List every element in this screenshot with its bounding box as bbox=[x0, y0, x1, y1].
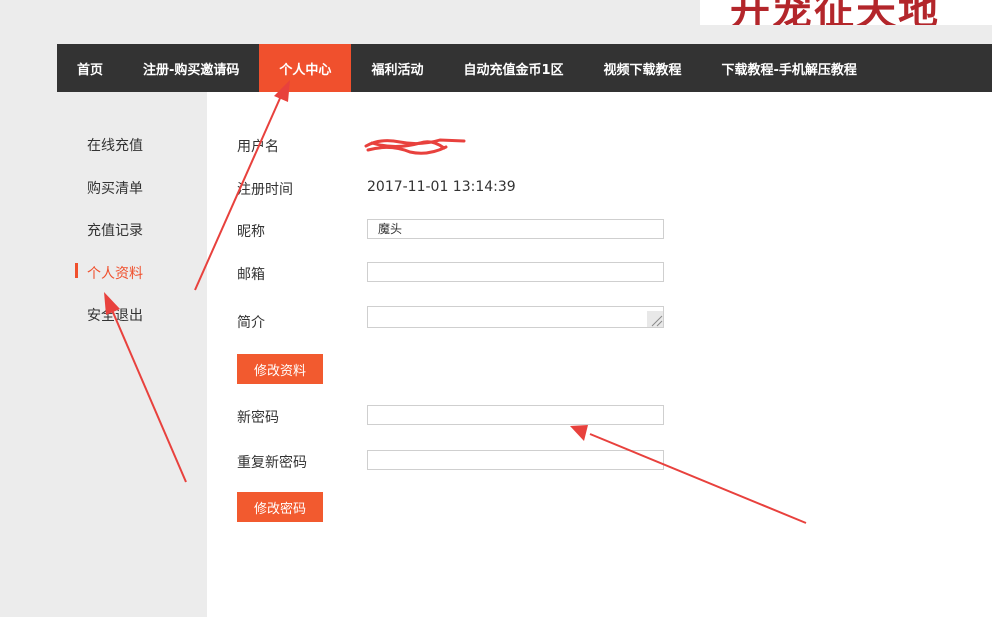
new-password-input[interactable] bbox=[367, 405, 664, 425]
nickname-label: 昵称 bbox=[237, 224, 265, 240]
resize-grip-icon[interactable] bbox=[647, 311, 663, 327]
email-label: 邮箱 bbox=[237, 267, 265, 283]
site-logo-area: 开宠征天地 bbox=[700, 0, 992, 25]
new-password-label: 新密码 bbox=[237, 410, 279, 426]
nickname-input[interactable]: 魔头 bbox=[367, 219, 664, 239]
site-logo: 开宠征天地 bbox=[730, 0, 940, 25]
nav-personal-center[interactable]: 个人中心 bbox=[259, 44, 352, 92]
sidebar-active-marker bbox=[75, 263, 78, 278]
reg-time-label: 注册时间 bbox=[237, 182, 293, 198]
nav-auto-recharge[interactable]: 自动充值金币1区 bbox=[443, 44, 583, 92]
main-area: 在线充值 购买清单 充值记录 个人资料 安全退出 bbox=[57, 92, 992, 617]
save-password-button[interactable]: 修改密码 bbox=[237, 492, 323, 522]
nav-video-tutorial[interactable]: 视频下载教程 bbox=[584, 44, 702, 92]
bio-label: 简介 bbox=[237, 315, 265, 331]
repeat-password-input[interactable] bbox=[367, 450, 664, 470]
save-profile-button[interactable]: 修改资料 bbox=[237, 354, 323, 384]
nav-home[interactable]: 首页 bbox=[57, 44, 123, 92]
sidebar-item-purchase-list[interactable]: 购买清单 bbox=[87, 178, 143, 198]
email-input[interactable] bbox=[367, 262, 664, 282]
nav-welfare[interactable]: 福利活动 bbox=[351, 44, 443, 92]
sidebar-item-profile[interactable]: 个人资料 bbox=[87, 263, 143, 283]
sidebar-item-recharge-history[interactable]: 充值记录 bbox=[87, 220, 143, 240]
username-label: 用户名 bbox=[237, 139, 279, 155]
content-panel bbox=[207, 92, 992, 617]
nav-register-buy-invite[interactable]: 注册-购买邀请码 bbox=[123, 44, 259, 92]
bio-textarea[interactable] bbox=[367, 306, 664, 328]
repeat-password-label: 重复新密码 bbox=[237, 455, 307, 471]
sidebar-item-logout[interactable]: 安全退出 bbox=[87, 305, 143, 325]
top-navbar: 首页 注册-购买邀请码 个人中心 福利活动 自动充值金币1区 视频下载教程 下载… bbox=[57, 44, 992, 92]
nav-download-tutorial[interactable]: 下载教程-手机解压教程 bbox=[702, 44, 877, 92]
sidebar-item-online-recharge[interactable]: 在线充值 bbox=[87, 135, 143, 155]
reg-time-value: 2017-11-01 13:14:39 bbox=[367, 179, 516, 195]
